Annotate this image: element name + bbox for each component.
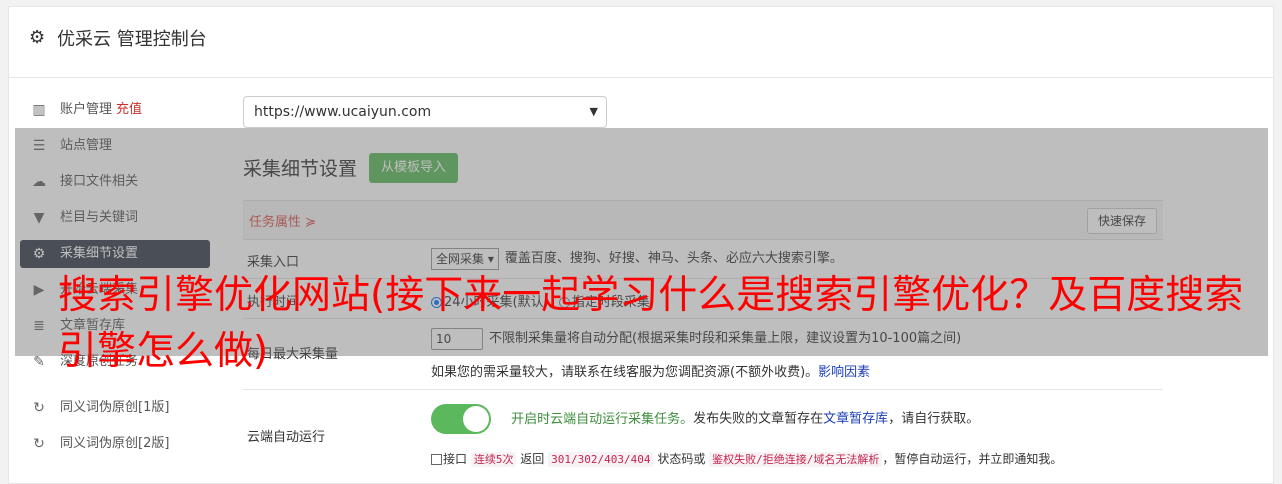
notify-checkbox[interactable] bbox=[431, 454, 442, 465]
bar-chart-icon: ▥ bbox=[32, 102, 46, 118]
sidebar-item-account[interactable]: ▥ 账户管理 充值 bbox=[20, 96, 210, 124]
refresh-icon: ↻ bbox=[33, 436, 45, 452]
gear-icon: ⚙ bbox=[29, 27, 46, 48]
console-header: ⚙ 优采云 管理控制台 bbox=[9, 7, 1273, 78]
article-storage-link[interactable]: 文章暂存库 bbox=[823, 412, 888, 427]
page-title: 优采云 管理控制台 bbox=[57, 29, 207, 50]
site-select[interactable]: https://www.ucaiyun.com ▼ bbox=[243, 96, 607, 128]
cloud-auto-toggle[interactable] bbox=[431, 404, 491, 434]
recharge-link[interactable]: 充值 bbox=[116, 102, 142, 117]
sidebar-item-synonym-v1[interactable]: ↻ 同义词伪原创[1版] bbox=[20, 394, 210, 422]
refresh-icon: ↻ bbox=[33, 400, 45, 416]
overlay-headline: 搜索引擎优化网站(接下来一起学习什么是搜索引擎优化？及百度搜索引擎怎么做) bbox=[58, 273, 1244, 374]
sidebar-item-synonym-v2[interactable]: ↻ 同义词伪原创[2版] bbox=[20, 430, 210, 458]
row-cloud: 云端自动运行 开启时云端自动运行采集任务。发布失败的文章暂存在文章暂存库，请自行… bbox=[243, 390, 1163, 476]
chevron-down-icon: ▼ bbox=[589, 105, 598, 118]
